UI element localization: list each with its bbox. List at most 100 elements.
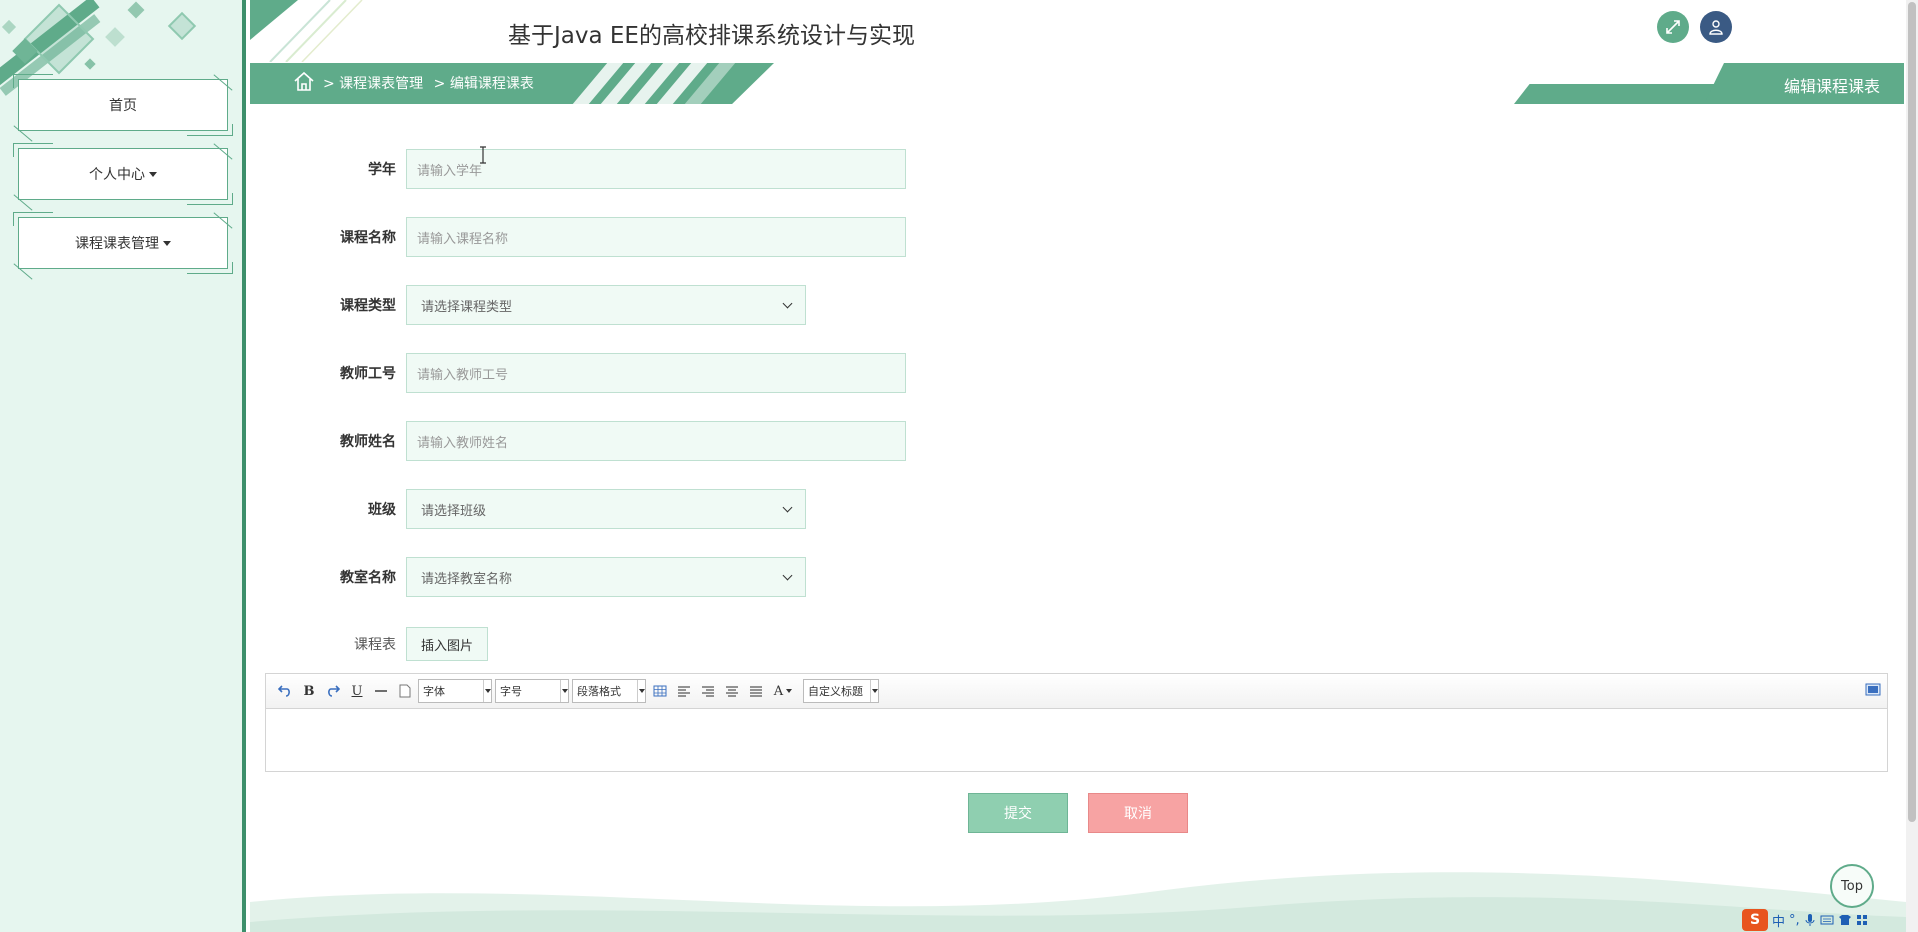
align-right-icon [702,686,714,697]
align-right-button[interactable] [697,680,719,702]
user-icon [1709,20,1723,35]
vertical-scrollbar[interactable] [1906,0,1918,932]
course-type-value: 请选择课程类型 [421,299,513,315]
paragraph-format-value: 段落格式 [577,685,621,698]
align-justify-button[interactable] [745,680,767,702]
font-size-select[interactable]: 字号 [495,679,569,703]
dropdown-arrow-icon [637,680,645,702]
rich-text-editor: B U 字体 字号 段落格式 A 自定义标题 [265,673,1888,772]
class-label: 班级 [368,502,396,518]
editor-toolbar: B U 字体 字号 段落格式 A 自定义标题 [266,674,1887,709]
classroom-select[interactable]: 请选择教室名称 [406,557,806,597]
header-decoration [250,0,363,62]
horizontal-rule-icon [375,690,387,692]
footer-wave-decoration [250,872,1906,932]
insert-image-button[interactable]: 插入图片 [406,627,488,661]
skin-icon[interactable] [1838,914,1852,926]
undo-button[interactable] [274,680,296,702]
class-select[interactable]: 请选择班级 [406,489,806,529]
teacher-id-input[interactable]: 请输入教师工号 [406,353,906,393]
submit-button[interactable]: 提交 [968,793,1068,833]
sogou-logo-icon[interactable]: S [1742,909,1768,931]
sidebar-item-home[interactable]: 首页 [13,74,233,142]
caret-down-icon [149,171,157,177]
undo-icon [278,685,290,697]
font-family-select[interactable]: 字体 [418,679,492,703]
breadcrumb-item-course-schedule-management[interactable]: > 课程课表管理 [323,76,423,92]
sidebar-item-course-schedule[interactable]: 课程课表管理 [13,212,233,280]
document-icon [399,684,411,698]
dropdown-arrow-icon [870,680,878,702]
schedule-label: 课程表 [354,637,396,653]
redo-button[interactable] [322,680,344,702]
new-document-button[interactable] [394,680,416,702]
text-cursor-icon [480,146,486,164]
insert-table-button[interactable] [649,680,671,702]
align-left-icon [678,686,690,697]
sidebar-decoration [167,11,197,41]
course-type-select[interactable]: 请选择课程类型 [406,285,806,325]
chevron-down-icon [782,570,793,580]
sidebar-item-label: 个人中心 [89,167,145,183]
font-family-value: 字体 [423,685,445,698]
fullscreen-button[interactable] [1657,11,1689,43]
course-type-row: 课程类型 请选择课程类型 [300,284,806,326]
class-value: 请选择班级 [421,503,487,519]
font-color-button[interactable]: A [769,680,797,702]
custom-title-value: 自定义标题 [808,685,863,698]
ime-toolbar: S 中 °, [1742,908,1868,932]
teacher-id-label: 教师工号 [340,366,396,382]
redo-icon [328,685,340,697]
dropdown-arrow-icon [483,680,491,702]
caret-down-icon [163,240,171,246]
dropdown-arrow-icon [786,689,793,693]
class-row: 班级 请选择班级 [300,488,806,530]
table-icon [653,685,667,697]
teacher-name-label: 教师姓名 [340,434,396,450]
grid-menu-icon[interactable] [1856,914,1868,926]
classroom-value: 请选择教室名称 [421,571,513,587]
sidebar-item-personal-center[interactable]: 个人中心 [13,143,233,211]
course-type-label: 课程类型 [340,298,396,314]
course-name-label: 课程名称 [340,230,396,246]
course-name-row: 课程名称 请输入课程名称 [300,216,906,258]
back-to-top-button[interactable]: Top [1830,864,1874,908]
academic-year-label: 学年 [368,162,396,178]
teacher-name-row: 教师姓名 请输入教师姓名 [300,420,906,462]
sidebar-item-label: 首页 [109,98,137,114]
ime-mode-indicator[interactable]: 中 [1772,911,1785,930]
teacher-name-input[interactable]: 请输入教师姓名 [406,421,906,461]
editor-content-area[interactable] [266,709,1887,771]
home-icon[interactable] [292,70,316,94]
academic-year-row: 学年 请输入学年 [300,148,906,190]
expand-icon [1666,20,1680,34]
schedule-row: 课程表 插入图片 [300,623,488,665]
classroom-row: 教室名称 请选择教室名称 [300,556,806,598]
teacher-id-row: 教师工号 请输入教师工号 [300,352,906,394]
keyboard-icon[interactable] [1820,914,1834,926]
custom-title-select[interactable]: 自定义标题 [803,679,879,703]
fullscreen-editor-icon[interactable] [1865,682,1881,698]
user-menu-button[interactable] [1700,11,1732,43]
chevron-down-icon [782,502,793,512]
sidebar-decoration [105,27,125,47]
align-center-button[interactable] [721,680,743,702]
course-name-input[interactable]: 请输入课程名称 [406,217,906,257]
align-left-button[interactable] [673,680,695,702]
breadcrumb-item-edit-course-schedule: > 编辑课程课表 [433,76,534,92]
underline-button[interactable]: U [346,680,368,702]
font-color-glyph: A [773,683,784,699]
cancel-button[interactable]: 取消 [1088,793,1188,833]
microphone-icon[interactable] [1804,913,1816,927]
punctuation-icon[interactable]: °, [1789,913,1800,928]
sidebar: 首页 个人中心 课程课表管理 [0,0,246,932]
sidebar-item-label: 课程课表管理 [75,236,159,252]
dropdown-arrow-icon [560,680,568,702]
align-center-icon [726,686,738,697]
scrollbar-thumb[interactable] [1908,2,1916,822]
bold-button[interactable]: B [298,680,320,702]
app-title: 基于Java EE的高校排课系统设计与实现 [508,23,915,49]
paragraph-format-select[interactable]: 段落格式 [572,679,646,703]
align-justify-icon [750,686,762,697]
horizontal-rule-button[interactable] [370,680,392,702]
